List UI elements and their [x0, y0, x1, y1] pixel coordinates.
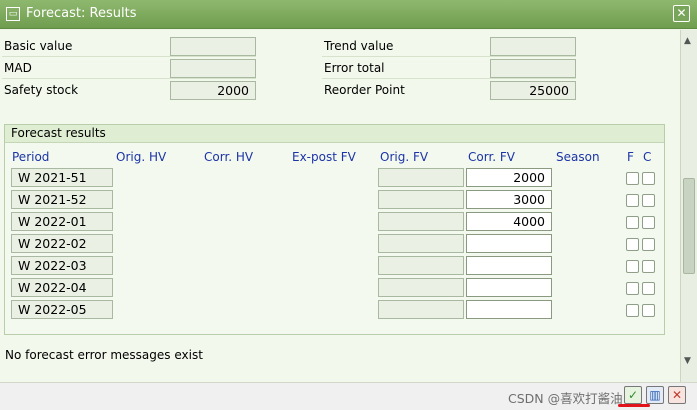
scroll-up-icon[interactable]: ▲ [684, 36, 691, 46]
row-divider [322, 78, 576, 79]
orig-fv-cell [378, 234, 464, 253]
c-checkbox[interactable] [642, 304, 655, 317]
safety-stock-label: Safety stock [4, 83, 79, 97]
corr-fv-input[interactable] [466, 234, 552, 253]
group-title: Forecast results [5, 125, 664, 143]
period-cell: W 2022-01 [11, 212, 113, 231]
row-divider [2, 56, 256, 57]
c-checkbox[interactable] [642, 194, 655, 207]
status-message: No forecast error messages exist [5, 348, 203, 362]
orig-fv-cell [378, 212, 464, 231]
mad-field [170, 59, 256, 78]
trend-value-field [490, 37, 576, 56]
reorder-point-field: 25000 [490, 81, 576, 100]
c-checkbox[interactable] [642, 238, 655, 251]
graphic-button[interactable]: ▥ [646, 386, 664, 404]
corr-fv-input[interactable]: 4000 [466, 212, 552, 231]
period-cell: W 2021-52 [11, 190, 113, 209]
window-title: Forecast: Results [26, 6, 137, 21]
corr-fv-input[interactable]: 2000 [466, 168, 552, 187]
orig-fv-cell [378, 256, 464, 275]
f-checkbox[interactable] [626, 282, 639, 295]
reorder-point-label: Reorder Point [324, 83, 405, 97]
period-cell: W 2021-51 [11, 168, 113, 187]
col-header-period[interactable]: Period [12, 150, 49, 164]
basic-value-label: Basic value [4, 39, 73, 53]
watermark-text: CSDN @喜欢打酱油 [508, 391, 623, 406]
row-divider [2, 78, 256, 79]
error-total-label: Error total [324, 61, 385, 75]
dialog-footer: CSDN @喜欢打酱油 ✓ ▥ ✕ [0, 382, 697, 410]
vertical-scrollbar[interactable]: ▲ ▼ [680, 30, 697, 382]
forecast-results-group: Forecast results Period Orig. HV Corr. H… [4, 124, 665, 335]
period-cell: W 2022-03 [11, 256, 113, 275]
col-header-corr-hv[interactable]: Corr. HV [204, 150, 253, 164]
col-header-orig-fv[interactable]: Orig. FV [380, 150, 428, 164]
row-divider [322, 56, 576, 57]
col-header-season[interactable]: Season [556, 150, 600, 164]
corr-fv-input[interactable] [466, 256, 552, 275]
col-header-c[interactable]: C [643, 150, 651, 164]
c-checkbox[interactable] [642, 172, 655, 185]
confirm-button[interactable]: ✓ [624, 386, 642, 404]
safety-stock-field: 2000 [170, 81, 256, 100]
f-checkbox[interactable] [626, 304, 639, 317]
corr-fv-input[interactable] [466, 300, 552, 319]
c-checkbox[interactable] [642, 282, 655, 295]
title-bar: ▭ Forecast: Results ✕ [0, 0, 697, 29]
basic-value-field [170, 37, 256, 56]
col-header-corr-fv[interactable]: Corr. FV [468, 150, 515, 164]
c-checkbox[interactable] [642, 216, 655, 229]
f-checkbox[interactable] [626, 238, 639, 251]
period-cell: W 2022-02 [11, 234, 113, 253]
mad-label: MAD [4, 61, 32, 75]
f-checkbox[interactable] [626, 216, 639, 229]
scroll-down-icon[interactable]: ▼ [684, 356, 691, 366]
f-checkbox[interactable] [626, 172, 639, 185]
orig-fv-cell [378, 168, 464, 187]
corr-fv-input[interactable] [466, 278, 552, 297]
period-cell: W 2022-05 [11, 300, 113, 319]
f-checkbox[interactable] [626, 194, 639, 207]
col-header-orig-hv[interactable]: Orig. HV [116, 150, 166, 164]
period-cell: W 2022-04 [11, 278, 113, 297]
orig-fv-cell [378, 190, 464, 209]
orig-fv-cell [378, 278, 464, 297]
col-header-expost-fv[interactable]: Ex-post FV [292, 150, 356, 164]
corr-fv-input[interactable]: 3000 [466, 190, 552, 209]
close-button[interactable]: ✕ [673, 5, 690, 22]
annotation-underline [618, 404, 650, 407]
orig-fv-cell [378, 300, 464, 319]
dialog-content: Basic value MAD Safety stock 2000 Trend … [0, 30, 680, 382]
window-icon: ▭ [6, 7, 20, 21]
f-checkbox[interactable] [626, 260, 639, 273]
scroll-thumb[interactable] [683, 178, 695, 274]
trend-value-label: Trend value [324, 39, 394, 53]
error-total-field [490, 59, 576, 78]
c-checkbox[interactable] [642, 260, 655, 273]
cancel-button[interactable]: ✕ [668, 386, 686, 404]
col-header-f[interactable]: F [627, 150, 634, 164]
